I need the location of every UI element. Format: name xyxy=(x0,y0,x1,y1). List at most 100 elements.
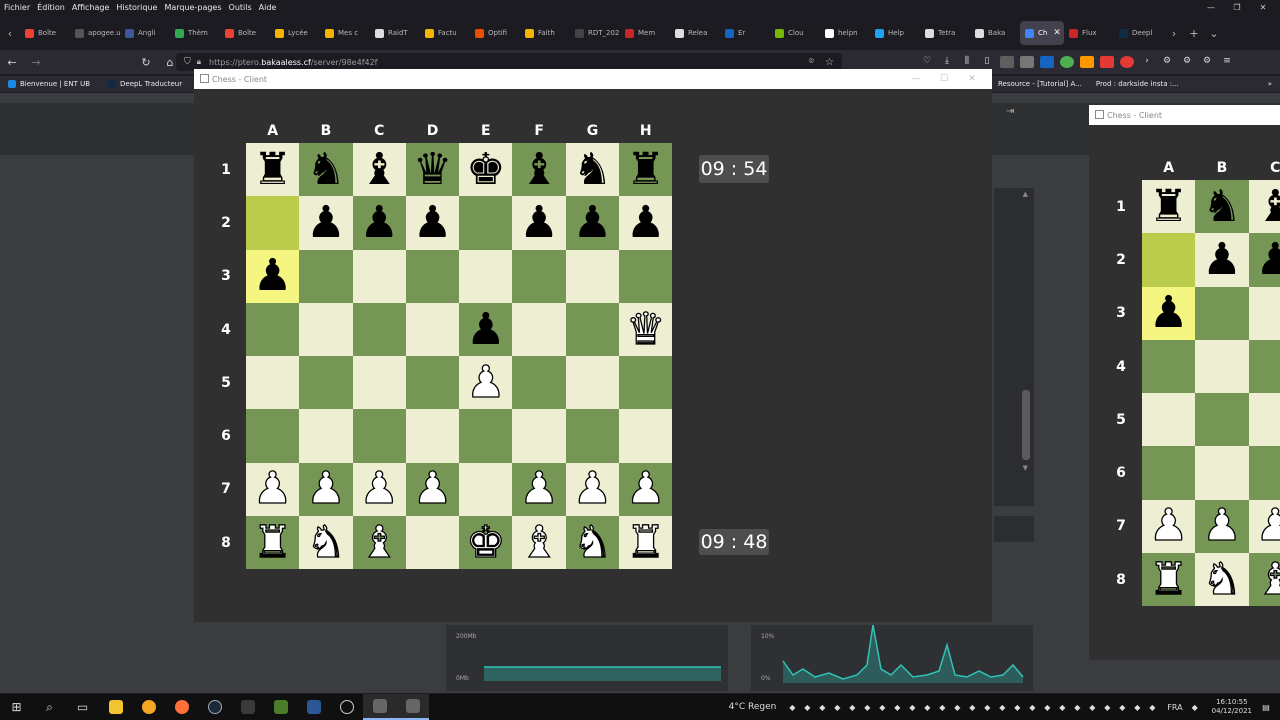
square-g4[interactable] xyxy=(565,302,620,357)
extension-icon[interactable] xyxy=(1120,56,1134,68)
browser-tab[interactable]: Baka xyxy=(970,21,1020,45)
square-b8[interactable]: ♞ xyxy=(299,516,353,570)
browser-tab[interactable]: Boîte xyxy=(20,21,70,45)
black-bishop-icon[interactable]: ♝ xyxy=(519,147,558,192)
extension-icon[interactable]: ⚙ xyxy=(1180,56,1194,68)
white-pawn-icon[interactable]: ♟ xyxy=(625,466,666,511)
square-d2[interactable]: ♟ xyxy=(405,196,460,250)
menu-item[interactable]: Marque-pages xyxy=(164,3,221,12)
tray-icon[interactable]: ◆ xyxy=(891,703,903,712)
minimize-icon[interactable]: — xyxy=(1198,3,1224,12)
square-e6[interactable] xyxy=(459,409,513,463)
square-b5[interactable] xyxy=(1195,393,1249,447)
square-c4[interactable] xyxy=(352,302,406,357)
square-f1[interactable]: ♝ xyxy=(512,143,566,197)
white-rook-icon[interactable]: ♜ xyxy=(625,520,666,565)
tray-icon[interactable]: ◆ xyxy=(1071,703,1083,712)
bookmark-item[interactable]: DeepL Traducteur xyxy=(108,80,182,88)
white-pawn-icon[interactable]: ♟ xyxy=(572,466,613,511)
menu-item[interactable]: Aide xyxy=(259,3,277,12)
browser-tab[interactable]: helpn xyxy=(820,21,870,45)
black-pawn-icon[interactable]: ♟ xyxy=(1256,237,1280,282)
tray-icon[interactable]: ◆ xyxy=(1131,703,1143,712)
file-explorer-icon[interactable] xyxy=(99,694,132,720)
square-a2[interactable] xyxy=(1142,233,1196,287)
square-a5[interactable] xyxy=(1142,393,1196,447)
square-g3[interactable] xyxy=(565,249,620,303)
tray-icon[interactable]: ◆ xyxy=(786,703,798,712)
extension-icon[interactable] xyxy=(1100,56,1114,68)
black-knight-icon[interactable]: ♞ xyxy=(306,147,345,192)
tab-close-icon[interactable]: ✕ xyxy=(1053,28,1061,38)
browser-tab[interactable]: Tetra xyxy=(920,21,970,45)
square-a6[interactable] xyxy=(246,409,300,463)
browser-tab[interactable]: Clou xyxy=(770,21,820,45)
browser-tab[interactable]: Thèm xyxy=(170,21,220,45)
square-a3[interactable]: ♟ xyxy=(1142,286,1196,340)
tray-icon[interactable]: ◆ xyxy=(861,703,873,712)
white-pawn-icon[interactable]: ♟ xyxy=(465,360,506,405)
browser-tab[interactable]: Lycée xyxy=(270,21,320,45)
tray-icon[interactable]: ◆ xyxy=(936,703,948,712)
browser-tab[interactable]: Relea xyxy=(670,21,720,45)
white-pawn-icon[interactable]: ♟ xyxy=(359,466,400,511)
black-rook-icon[interactable]: ♜ xyxy=(1149,184,1188,229)
tray-icon[interactable]: ◆ xyxy=(1011,703,1023,712)
square-a1[interactable]: ♜ xyxy=(1142,180,1196,234)
tray-icon[interactable]: ◆ xyxy=(876,703,888,712)
language-indicator[interactable]: FRA xyxy=(1167,703,1182,712)
black-pawn-icon[interactable]: ♟ xyxy=(519,200,558,245)
black-pawn-icon[interactable]: ♟ xyxy=(626,200,665,245)
square-c8[interactable]: ♝ xyxy=(1248,553,1280,607)
steam-icon[interactable] xyxy=(198,694,231,720)
square-d6[interactable] xyxy=(405,409,460,463)
lock-icon[interactable]: 🔒︎ xyxy=(197,57,201,67)
system-clock[interactable]: 16:10:55 04/12/2021 xyxy=(1212,698,1252,716)
browser-tab[interactable]: Factu xyxy=(420,21,470,45)
square-d5[interactable] xyxy=(405,356,460,410)
square-b3[interactable] xyxy=(299,249,353,303)
square-h1[interactable]: ♜ xyxy=(619,143,673,197)
white-rook-icon[interactable]: ♜ xyxy=(252,520,293,565)
tray-icon[interactable]: ◆ xyxy=(1041,703,1053,712)
bookmark-item[interactable]: Prod : darkside insta :... xyxy=(1096,80,1179,88)
tray-icon[interactable]: ◆ xyxy=(831,703,843,712)
square-g6[interactable] xyxy=(565,409,620,463)
app-icon[interactable] xyxy=(297,694,330,720)
extension-icon[interactable] xyxy=(1000,56,1014,68)
black-pawn-icon[interactable]: ♟ xyxy=(413,200,452,245)
start-icon[interactable]: ⊞ xyxy=(0,694,33,720)
square-a5[interactable] xyxy=(246,356,300,410)
menu-item[interactable]: Historique xyxy=(116,3,157,12)
browser-tab[interactable]: RDT_2021 xyxy=(570,21,620,45)
square-b6[interactable] xyxy=(299,409,353,463)
square-h3[interactable] xyxy=(619,249,673,303)
tray-icon[interactable]: ◆ xyxy=(996,703,1008,712)
square-a6[interactable] xyxy=(1142,446,1196,500)
square-b6[interactable] xyxy=(1195,446,1249,500)
tray-icon[interactable]: ◆ xyxy=(846,703,858,712)
tray-icon[interactable]: ◆ xyxy=(816,703,828,712)
browser-tab[interactable]: Faith xyxy=(520,21,570,45)
square-c1[interactable]: ♝ xyxy=(352,143,406,197)
tray-icon[interactable]: ◆ xyxy=(1146,703,1158,712)
square-f5[interactable] xyxy=(512,356,566,410)
square-f4[interactable] xyxy=(512,302,566,357)
square-e1[interactable]: ♚ xyxy=(459,143,513,197)
square-g5[interactable] xyxy=(565,356,620,410)
square-b1[interactable]: ♞ xyxy=(1195,180,1249,234)
tray-icon[interactable]: ◆ xyxy=(1101,703,1113,712)
square-g2[interactable]: ♟ xyxy=(565,196,620,250)
black-king-icon[interactable]: ♚ xyxy=(466,147,505,192)
square-e8[interactable]: ♚ xyxy=(459,516,513,570)
square-d3[interactable] xyxy=(405,249,460,303)
weather-widget[interactable]: 4°C Regen xyxy=(729,702,777,712)
square-e3[interactable] xyxy=(459,249,513,303)
browser-tab[interactable]: Ch ✕ xyxy=(1020,21,1064,45)
square-c2[interactable]: ♟ xyxy=(1248,233,1280,287)
extension-icon[interactable] xyxy=(1060,56,1074,68)
white-pawn-icon[interactable]: ♟ xyxy=(412,466,453,511)
square-h2[interactable]: ♟ xyxy=(619,196,673,250)
extension-icon[interactable] xyxy=(1040,56,1054,68)
square-d4[interactable] xyxy=(405,302,460,357)
